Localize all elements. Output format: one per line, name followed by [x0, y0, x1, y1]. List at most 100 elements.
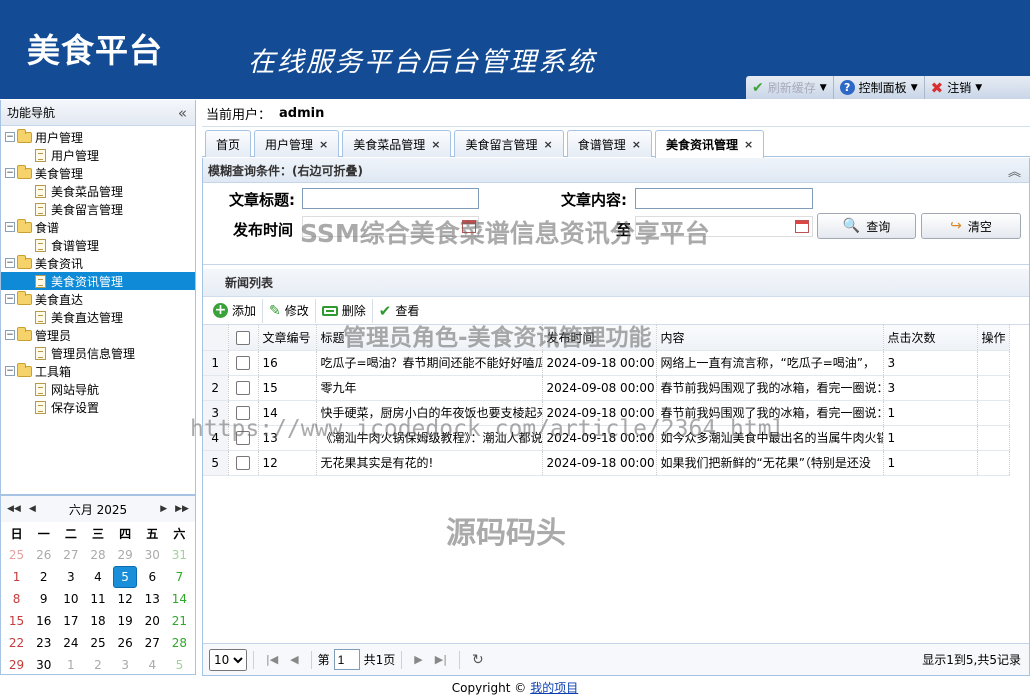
row-checkbox[interactable] [228, 400, 259, 426]
collapse-toggle-icon[interactable]: − [5, 330, 15, 340]
calendar-day[interactable]: 23 [30, 632, 57, 654]
tab-close-icon[interactable]: × [632, 138, 641, 151]
table-row[interactable]: 3 14快手硬菜，厨房小白的年夜饭也要支棱起来2024-09-18 00:00:0… [203, 400, 1010, 426]
add-button[interactable]: + 添加 [207, 298, 264, 323]
nav-group[interactable]: − 管理员 [1, 326, 195, 344]
calendar-icon[interactable] [795, 220, 809, 233]
calendar-day[interactable]: 26 [30, 544, 57, 566]
calendar-day[interactable]: 10 [57, 588, 84, 610]
calendar-day[interactable]: 30 [139, 544, 166, 566]
calendar-day[interactable]: 9 [30, 588, 57, 610]
control-panel-button[interactable]: ? 控制面板 ▼ [834, 76, 925, 99]
calendar-day[interactable]: 31 [166, 544, 193, 566]
calendar-day[interactable]: 12 [112, 588, 139, 610]
prev-page-icon[interactable]: ◀ [284, 653, 304, 666]
refresh-cache-button[interactable]: ✔ 刷新缓存 ▼ [746, 76, 834, 99]
next-month-icon[interactable]: ▶ [160, 504, 167, 514]
sidebar-item[interactable]: 网站导航 [1, 380, 195, 398]
prev-month-icon[interactable]: ◀ [29, 504, 36, 514]
tab[interactable]: 首页 [205, 130, 252, 157]
calendar-day[interactable]: 25 [84, 632, 111, 654]
calendar-day[interactable]: 3 [57, 566, 84, 588]
edit-button[interactable]: ✎ 修改 [263, 298, 316, 323]
calendar-day[interactable]: 20 [139, 610, 166, 632]
nav-group[interactable]: − 用户管理 [1, 128, 195, 146]
calendar-day[interactable]: 30 [30, 654, 57, 676]
calendar-day[interactable]: 21 [166, 610, 193, 632]
sidebar-item[interactable]: 保存设置 [1, 398, 195, 416]
tab[interactable]: 美食留言管理 × [454, 130, 564, 157]
calendar-day[interactable]: 16 [30, 610, 57, 632]
prev-year-icon[interactable]: ◀◀ [7, 504, 21, 514]
nav-group[interactable]: − 美食管理 [1, 164, 195, 182]
calendar-day[interactable]: 3 [112, 654, 139, 676]
row-checkbox[interactable] [228, 375, 259, 401]
calendar-day[interactable]: 1 [3, 566, 30, 588]
calendar-day[interactable]: 22 [3, 632, 30, 654]
calendar-day[interactable]: 19 [112, 610, 139, 632]
table-row[interactable]: 2 15零九年2024-09-08 00:00:00春节前我妈围观了我的冰箱，看完… [203, 375, 1010, 401]
calendar-day[interactable]: 8 [3, 588, 30, 610]
select-all-checkbox[interactable] [228, 325, 259, 351]
publish-time-start-input[interactable] [302, 216, 479, 237]
sidebar-item[interactable]: 美食资讯管理 [1, 272, 195, 290]
calendar-day[interactable]: 26 [112, 632, 139, 654]
calendar-day[interactable]: 5 [166, 654, 193, 676]
logout-button[interactable]: ✖ 注销 ▼ [925, 76, 989, 99]
publish-time-end-input[interactable] [635, 216, 813, 237]
collapse-toggle-icon[interactable]: − [5, 294, 15, 304]
calendar-day[interactable]: 29 [3, 654, 30, 676]
column-header[interactable]: 发布时间 [542, 325, 657, 351]
calendar-day[interactable]: 18 [84, 610, 111, 632]
column-header[interactable]: 操作 [977, 325, 1010, 351]
tab-close-icon[interactable]: × [744, 138, 753, 151]
next-year-icon[interactable]: ▶▶ [175, 504, 189, 514]
collapse-toggle-icon[interactable]: − [5, 168, 15, 178]
nav-group[interactable]: − 工具箱 [1, 362, 195, 380]
sidebar-item[interactable]: 食谱管理 [1, 236, 195, 254]
nav-group[interactable]: − 美食资讯 [1, 254, 195, 272]
tab[interactable]: 食谱管理 × [566, 130, 652, 157]
row-checkbox[interactable] [228, 425, 259, 451]
article-title-input[interactable] [302, 188, 479, 209]
tab[interactable]: 美食菜品管理 × [342, 130, 452, 157]
calendar-day[interactable]: 2 [30, 566, 57, 588]
calendar-day[interactable]: 28 [166, 632, 193, 654]
page-number-input[interactable] [333, 649, 360, 670]
collapse-icon[interactable]: « [178, 104, 187, 122]
calendar-day[interactable]: 17 [57, 610, 84, 632]
collapse-toggle-icon[interactable]: − [5, 132, 15, 142]
collapse-toggle-icon[interactable]: − [5, 366, 15, 376]
calendar-day[interactable]: 14 [166, 588, 193, 610]
sidebar-item[interactable]: 管理员信息管理 [1, 344, 195, 362]
tab[interactable]: 用户管理 × [254, 130, 340, 157]
sidebar-item[interactable]: 用户管理 [1, 146, 195, 164]
column-header[interactable]: 内容 [656, 325, 884, 351]
calendar-day[interactable]: 2 [84, 654, 111, 676]
tab-close-icon[interactable]: × [544, 138, 553, 151]
sidebar-item[interactable]: 美食菜品管理 [1, 182, 195, 200]
column-header[interactable]: 标题 [316, 325, 543, 351]
tab-close-icon[interactable]: × [431, 138, 440, 151]
refresh-icon[interactable]: ↻ [466, 652, 490, 668]
calendar-icon[interactable] [462, 220, 476, 233]
sidebar-item[interactable]: 美食直达管理 [1, 308, 195, 326]
fold-icon[interactable]: ︽ [1008, 161, 1021, 180]
calendar-day[interactable]: 27 [139, 632, 166, 654]
delete-button[interactable]: 删除 [316, 298, 373, 323]
nav-group[interactable]: − 美食直达 [1, 290, 195, 308]
first-page-icon[interactable]: |◀ [260, 653, 284, 666]
calendar-day[interactable]: 13 [139, 588, 166, 610]
nav-group[interactable]: − 食谱 [1, 218, 195, 236]
calendar-day[interactable]: 6 [139, 566, 166, 588]
collapse-toggle-icon[interactable]: − [5, 258, 15, 268]
calendar-day[interactable]: 11 [84, 588, 111, 610]
last-page-icon[interactable]: ▶| [429, 653, 453, 666]
project-link[interactable]: 我的项目 [530, 679, 578, 696]
calendar-day[interactable]: 7 [166, 566, 193, 588]
column-header[interactable]: 文章编号 [258, 325, 317, 351]
calendar-day[interactable]: 15 [3, 610, 30, 632]
page-size-select[interactable]: 10 [209, 648, 247, 671]
row-checkbox[interactable] [228, 350, 259, 376]
sidebar-item[interactable]: 美食留言管理 [1, 200, 195, 218]
